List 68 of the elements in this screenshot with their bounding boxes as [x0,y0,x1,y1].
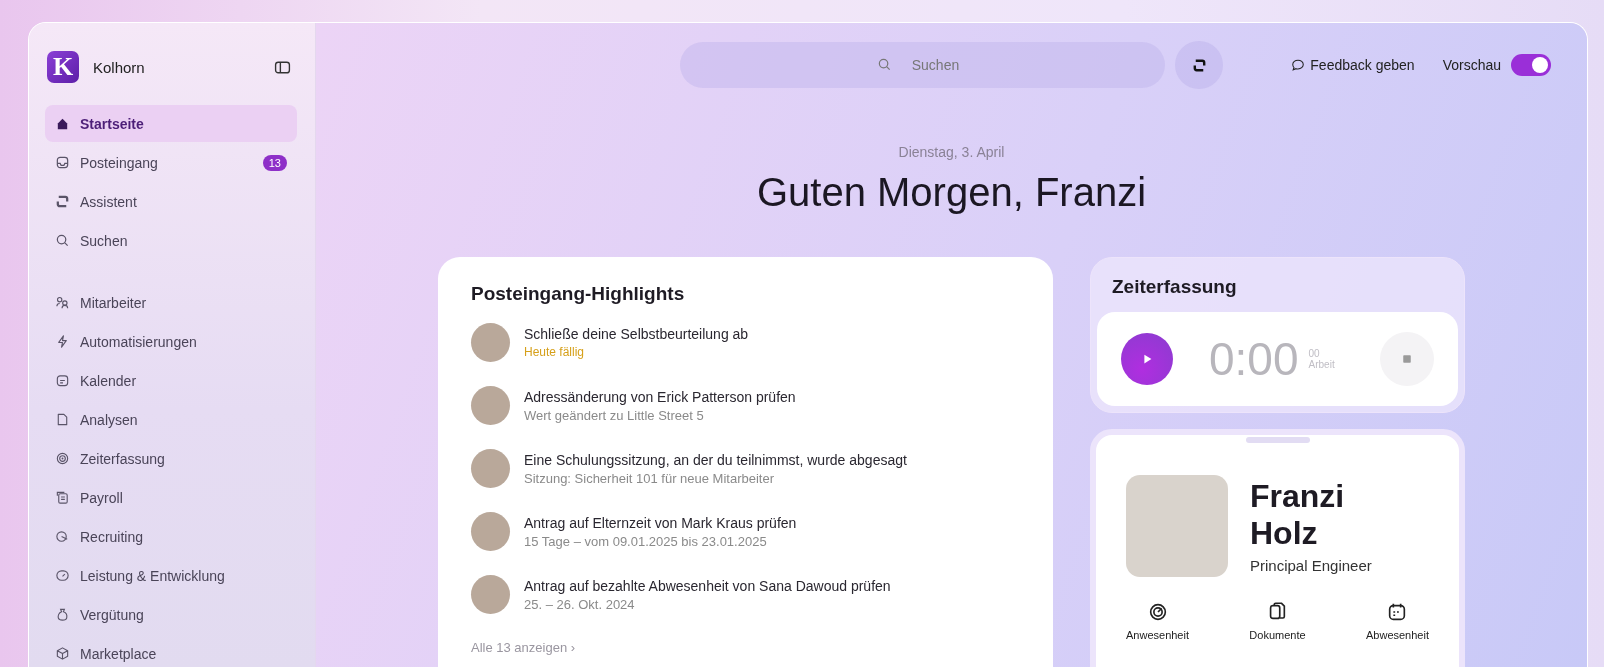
feedback-button[interactable]: Feedback geben [1285,56,1421,74]
nav-item[interactable]: Zeiterfassung [45,440,297,477]
money-bag-icon [55,607,70,622]
message-title[interactable]: Antrag auf bezahlte Abwesenheit von Sana Dawoud prüfen [524,577,891,594]
date-text: Dienstag, 3. April [897,144,1006,160]
nav-item[interactable]: Analysen [45,401,297,438]
message-subtitle: Heute fällig [524,345,586,359]
timer-display: 0:00 [1209,332,1299,386]
quick-action-button[interactable]: Dokumente [1249,601,1306,641]
nav-item[interactable]: Payroll [45,479,297,516]
assistant-icon [1191,57,1207,73]
avatar-placeholder [471,449,510,488]
nav-item[interactable]: Kalender [45,362,297,399]
avatar-placeholder [471,512,510,551]
message-subtitle: Wert geändert zu Little Street 5 [524,407,705,423]
receipt-icon [55,490,70,505]
people-icon [55,295,70,310]
message-subtitle: Sitzung: Sicherheit 101 für neue Mitarbeiter [524,470,776,486]
assistant-icon [55,194,70,209]
profile-name: Franzi Holz [1250,477,1346,552]
lightning-icon [55,334,70,349]
quick-action-button[interactable]: Abwesenheit [1366,601,1429,641]
profile-role: Principal Engineer [1250,557,1372,575]
avatar-placeholder [471,323,510,362]
message-subtitle: 25. – 26. Okt. 2024 [524,596,636,612]
logo: K [47,51,79,83]
target-icon [55,451,70,466]
search-icon [877,57,892,72]
greeting-heading: Guten Morgen, Franzi [756,170,1147,215]
preview-label: Vorschau [1442,57,1501,73]
card-title: Posteingang-Highlights [471,283,686,305]
brand-name: Kolhorn [93,58,146,76]
inbox-icon [55,155,70,170]
quick-action-button[interactable]: Anwesenheit [1126,601,1189,641]
nav-item[interactable]: Recruiting [45,518,297,555]
nav-item[interactable]: Automatisierungen [45,323,297,360]
message-title[interactable]: Antrag auf Elternzeit von Mark Kraus prüfen [524,514,797,531]
calendar-icon [55,373,70,388]
message-title[interactable]: Adressänderung von Erick Patterson prüfen [524,388,796,405]
nav-item[interactable]: Vergütung [45,596,297,633]
speech-bubble-icon [1291,58,1306,72]
nav-item[interactable]: Suchen [45,222,297,259]
stop-icon [1401,353,1413,365]
avatar-placeholder [471,575,510,614]
count-badge: 13 [262,154,287,171]
gauge-icon [55,568,70,583]
home-icon [55,116,70,131]
avatar-placeholder [471,386,510,425]
nav-item[interactable]: Leistung & Entwicklung [45,557,297,594]
card-title: Zeiterfassung [1111,276,1238,298]
seconds-text: 00 [1308,348,1321,359]
preview-toggle[interactable] [1511,54,1551,76]
nav-item[interactable]: Posteingang 13 [45,144,297,181]
timer-label: Arbeit [1308,359,1335,370]
search-icon [55,233,70,248]
play-button[interactable] [1121,333,1173,385]
nav-item[interactable]: Marketplace [45,635,297,667]
message-title[interactable]: Eine Schulungssitzung, an der du teilnimmst, wurde abgesagt [524,451,907,468]
sidebar-toggle-icon[interactable] [274,58,291,76]
nav-item[interactable]: Startseite [45,105,297,142]
nav-item[interactable]: Mitarbeiter [45,284,297,321]
nav-item[interactable]: Assistent [45,183,297,220]
message-title[interactable]: Schließe deine Selbstbeurteilung ab [524,326,749,342]
package-icon [55,646,70,661]
assistant-button[interactable] [1175,41,1223,89]
document-icon [55,412,70,427]
message-subtitle: 15 Tage – vom 09.01.2025 bis 23.01.2025 [524,533,768,549]
card-handle [1245,437,1310,443]
